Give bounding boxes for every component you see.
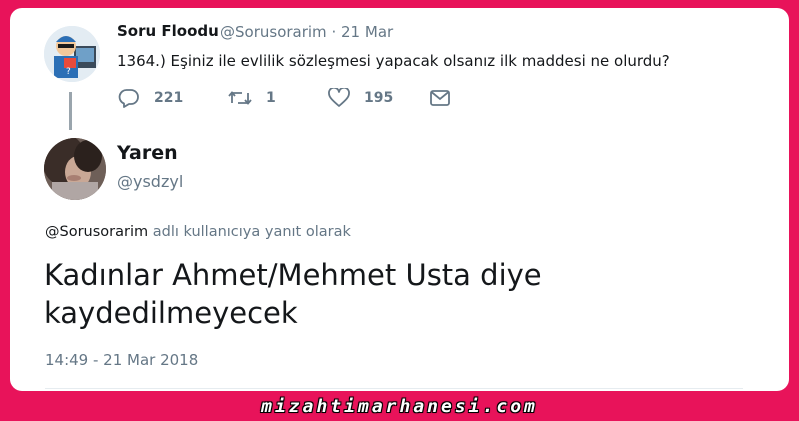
- divider: [45, 388, 743, 389]
- direct-message-action[interactable]: [429, 88, 465, 108]
- reply-author-handle[interactable]: @ysdzyl: [117, 172, 183, 191]
- reply-tweet-text: Kadınlar Ahmet/Mehmet Usta diye kaydedil…: [44, 258, 542, 330]
- reply-icon: [118, 89, 139, 108]
- heart-icon: [328, 88, 350, 107]
- cartoon-mascot-avatar-icon: ?: [44, 26, 100, 82]
- meta-separator: ·: [331, 23, 337, 41]
- avatar-yaren[interactable]: [44, 138, 106, 200]
- reply-author-name[interactable]: Yaren: [117, 142, 178, 164]
- thread-connector-line: [69, 92, 72, 130]
- original-author-name[interactable]: Soru Floodu: [117, 22, 219, 40]
- reply-action[interactable]: 221: [118, 88, 183, 108]
- tweet-card: ? Soru Floodu @Sorusorarim · 21 Mar 1364…: [10, 8, 789, 391]
- svg-text:?: ?: [66, 67, 71, 77]
- original-tweet-text: 1364.) Eşiniz ile evlilik sözleşmesi yap…: [117, 52, 670, 70]
- retweet-icon: [228, 91, 252, 105]
- original-tweet-date[interactable]: 21 Mar: [341, 23, 393, 41]
- replying-to-line: @Sorusorarim adlı kullanıcıya yanıt olar…: [45, 224, 351, 240]
- original-author-handle[interactable]: @Sorusorarim: [220, 23, 327, 41]
- like-count: 195: [364, 90, 394, 106]
- reply-timestamp[interactable]: 14:49 - 21 Mar 2018: [45, 351, 198, 369]
- like-action[interactable]: 195: [328, 88, 393, 108]
- retweet-count: 1: [266, 90, 276, 106]
- retweet-action[interactable]: 1: [228, 88, 276, 108]
- replying-to-handle[interactable]: @Sorusorarim: [45, 224, 148, 240]
- watermark-text: mizahtimarhanesi.com: [261, 396, 538, 417]
- reply-count: 221: [154, 90, 184, 106]
- envelope-icon: [430, 90, 450, 106]
- original-author-meta: @Sorusorarim · 21 Mar: [220, 23, 393, 41]
- replying-to-label: adlı kullanıcıya yanıt olarak: [148, 224, 351, 240]
- profile-photo-avatar-icon: [44, 138, 106, 200]
- avatar-soru-floodu[interactable]: ?: [44, 26, 100, 82]
